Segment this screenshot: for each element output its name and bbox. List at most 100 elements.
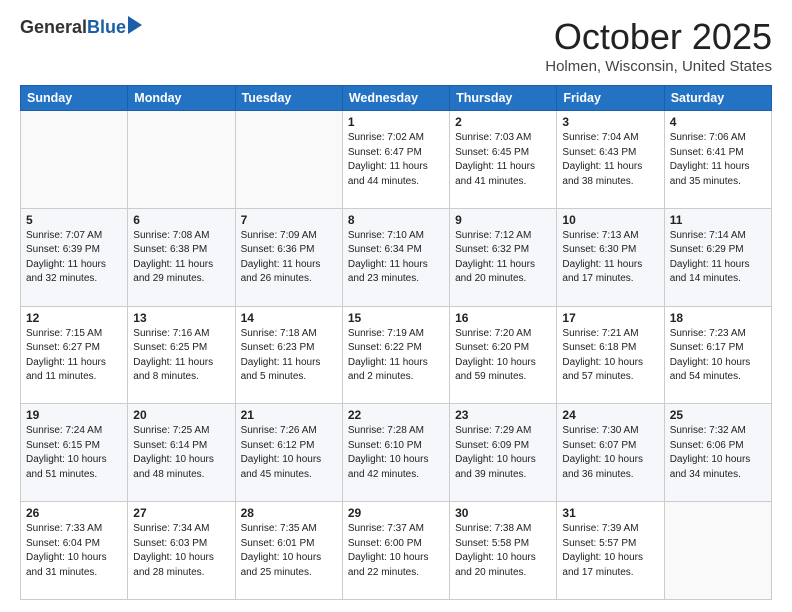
calendar-cell: [128, 111, 235, 209]
day-info: Sunrise: 7:07 AM Sunset: 6:39 PM Dayligh…: [26, 229, 122, 287]
calendar-cell: 3 Sunrise: 7:04 AM Sunset: 6:43 PM Daylig…: [557, 111, 664, 209]
page: General Blue October 2025 Holmen, Wiscon…: [0, 0, 792, 612]
calendar-cell: 11 Sunrise: 7:14 AM Sunset: 6:29 PM Dayli…: [664, 208, 771, 306]
day-info: Sunrise: 7:39 AM Sunset: 5:57 PM Dayligh…: [562, 522, 658, 580]
header-row: Sunday Monday Tuesday Wednesday Thursday…: [21, 86, 772, 111]
day-info: Sunrise: 7:34 AM Sunset: 6:03 PM Dayligh…: [133, 522, 229, 580]
day-info: Sunrise: 7:19 AM Sunset: 6:22 PM Dayligh…: [348, 327, 444, 385]
calendar-cell: 30 Sunrise: 7:38 AM Sunset: 5:58 PM Dayli…: [450, 502, 557, 600]
day-number: 19: [26, 408, 122, 422]
day-info: Sunrise: 7:09 AM Sunset: 6:36 PM Dayligh…: [241, 229, 337, 287]
calendar-cell: 25 Sunrise: 7:32 AM Sunset: 6:06 PM Dayli…: [664, 404, 771, 502]
day-number: 28: [241, 506, 337, 520]
day-number: 13: [133, 311, 229, 325]
day-info: Sunrise: 7:26 AM Sunset: 6:12 PM Dayligh…: [241, 424, 337, 482]
day-number: 31: [562, 506, 658, 520]
day-info: Sunrise: 7:04 AM Sunset: 6:43 PM Dayligh…: [562, 131, 658, 189]
week-row-2: 12 Sunrise: 7:15 AM Sunset: 6:27 PM Dayli…: [21, 306, 772, 404]
week-row-1: 5 Sunrise: 7:07 AM Sunset: 6:39 PM Daylig…: [21, 208, 772, 306]
day-number: 9: [455, 213, 551, 227]
col-wednesday: Wednesday: [342, 86, 449, 111]
calendar-cell: 28 Sunrise: 7:35 AM Sunset: 6:01 PM Dayli…: [235, 502, 342, 600]
calendar-cell: 12 Sunrise: 7:15 AM Sunset: 6:27 PM Dayli…: [21, 306, 128, 404]
day-number: 1: [348, 115, 444, 129]
calendar-cell: 19 Sunrise: 7:24 AM Sunset: 6:15 PM Dayli…: [21, 404, 128, 502]
calendar-cell: 26 Sunrise: 7:33 AM Sunset: 6:04 PM Dayli…: [21, 502, 128, 600]
day-number: 17: [562, 311, 658, 325]
day-info: Sunrise: 7:23 AM Sunset: 6:17 PM Dayligh…: [670, 327, 766, 385]
calendar-cell: 20 Sunrise: 7:25 AM Sunset: 6:14 PM Dayli…: [128, 404, 235, 502]
calendar-cell: 9Sunrise: 7:12 AM Sunset: 6:32 PM Daylig…: [450, 208, 557, 306]
week-row-0: 1Sunrise: 7:02 AM Sunset: 6:47 PM Daylig…: [21, 111, 772, 209]
day-number: 26: [26, 506, 122, 520]
calendar-cell: 8Sunrise: 7:10 AM Sunset: 6:34 PM Daylig…: [342, 208, 449, 306]
calendar-cell: 16 Sunrise: 7:20 AM Sunset: 6:20 PM Dayli…: [450, 306, 557, 404]
day-info: Sunrise: 7:16 AM Sunset: 6:25 PM Dayligh…: [133, 327, 229, 385]
day-info: Sunrise: 7:06 AM Sunset: 6:41 PM Dayligh…: [670, 131, 766, 189]
calendar-cell: [21, 111, 128, 209]
calendar-cell: 13 Sunrise: 7:16 AM Sunset: 6:25 PM Dayli…: [128, 306, 235, 404]
calendar-cell: 23Sunrise: 7:29 AM Sunset: 6:09 PM Dayli…: [450, 404, 557, 502]
day-number: 20: [133, 408, 229, 422]
day-info: Sunrise: 7:08 AM Sunset: 6:38 PM Dayligh…: [133, 229, 229, 287]
col-saturday: Saturday: [664, 86, 771, 111]
location: Holmen, Wisconsin, United States: [545, 58, 772, 75]
day-info: Sunrise: 7:33 AM Sunset: 6:04 PM Dayligh…: [26, 522, 122, 580]
day-info: Sunrise: 7:25 AM Sunset: 6:14 PM Dayligh…: [133, 424, 229, 482]
day-info: Sunrise: 7:24 AM Sunset: 6:15 PM Dayligh…: [26, 424, 122, 482]
day-number: 16: [455, 311, 551, 325]
calendar-cell: 15 Sunrise: 7:19 AM Sunset: 6:22 PM Dayli…: [342, 306, 449, 404]
day-info: Sunrise: 7:37 AM Sunset: 6:00 PM Dayligh…: [348, 522, 444, 580]
calendar-cell: 5 Sunrise: 7:07 AM Sunset: 6:39 PM Daylig…: [21, 208, 128, 306]
calendar-cell: 10Sunrise: 7:13 AM Sunset: 6:30 PM Dayli…: [557, 208, 664, 306]
day-number: 23: [455, 408, 551, 422]
day-info: Sunrise: 7:32 AM Sunset: 6:06 PM Dayligh…: [670, 424, 766, 482]
day-info: Sunrise: 7:20 AM Sunset: 6:20 PM Dayligh…: [455, 327, 551, 385]
week-row-4: 26 Sunrise: 7:33 AM Sunset: 6:04 PM Dayli…: [21, 502, 772, 600]
calendar-cell: 4 Sunrise: 7:06 AM Sunset: 6:41 PM Daylig…: [664, 111, 771, 209]
calendar-cell: 27 Sunrise: 7:34 AM Sunset: 6:03 PM Dayli…: [128, 502, 235, 600]
day-number: 6: [133, 213, 229, 227]
calendar-cell: 21 Sunrise: 7:26 AM Sunset: 6:12 PM Dayli…: [235, 404, 342, 502]
day-number: 25: [670, 408, 766, 422]
day-number: 24: [562, 408, 658, 422]
day-number: 18: [670, 311, 766, 325]
calendar-cell: 6 Sunrise: 7:08 AM Sunset: 6:38 PM Daylig…: [128, 208, 235, 306]
col-tuesday: Tuesday: [235, 86, 342, 111]
day-number: 2: [455, 115, 551, 129]
day-number: 3: [562, 115, 658, 129]
day-number: 12: [26, 311, 122, 325]
day-number: 4: [670, 115, 766, 129]
calendar-cell: 29Sunrise: 7:37 AM Sunset: 6:00 PM Dayli…: [342, 502, 449, 600]
day-number: 30: [455, 506, 551, 520]
day-number: 5: [26, 213, 122, 227]
calendar-cell: 24 Sunrise: 7:30 AM Sunset: 6:07 PM Dayli…: [557, 404, 664, 502]
day-number: 15: [348, 311, 444, 325]
calendar-cell: 17Sunrise: 7:21 AM Sunset: 6:18 PM Dayli…: [557, 306, 664, 404]
calendar-cell: 31 Sunrise: 7:39 AM Sunset: 5:57 PM Dayli…: [557, 502, 664, 600]
calendar-cell: 22 Sunrise: 7:28 AM Sunset: 6:10 PM Dayli…: [342, 404, 449, 502]
header: General Blue October 2025 Holmen, Wiscon…: [20, 16, 772, 75]
day-number: 11: [670, 213, 766, 227]
day-info: Sunrise: 7:38 AM Sunset: 5:58 PM Dayligh…: [455, 522, 551, 580]
col-sunday: Sunday: [21, 86, 128, 111]
day-info: Sunrise: 7:35 AM Sunset: 6:01 PM Dayligh…: [241, 522, 337, 580]
day-number: 27: [133, 506, 229, 520]
day-number: 8: [348, 213, 444, 227]
day-info: Sunrise: 7:28 AM Sunset: 6:10 PM Dayligh…: [348, 424, 444, 482]
calendar-cell: 2 Sunrise: 7:03 AM Sunset: 6:45 PM Daylig…: [450, 111, 557, 209]
logo-general: General: [20, 17, 87, 38]
calendar-cell: [664, 502, 771, 600]
day-info: Sunrise: 7:30 AM Sunset: 6:07 PM Dayligh…: [562, 424, 658, 482]
col-friday: Friday: [557, 86, 664, 111]
calendar-cell: 18 Sunrise: 7:23 AM Sunset: 6:17 PM Dayli…: [664, 306, 771, 404]
day-info: Sunrise: 7:14 AM Sunset: 6:29 PM Dayligh…: [670, 229, 766, 287]
day-info: Sunrise: 7:03 AM Sunset: 6:45 PM Dayligh…: [455, 131, 551, 189]
col-monday: Monday: [128, 86, 235, 111]
day-number: 22: [348, 408, 444, 422]
logo-arrow-icon: [128, 16, 142, 34]
week-row-3: 19 Sunrise: 7:24 AM Sunset: 6:15 PM Dayli…: [21, 404, 772, 502]
month-title: October 2025: [545, 16, 772, 58]
day-info: Sunrise: 7:15 AM Sunset: 6:27 PM Dayligh…: [26, 327, 122, 385]
day-number: 21: [241, 408, 337, 422]
